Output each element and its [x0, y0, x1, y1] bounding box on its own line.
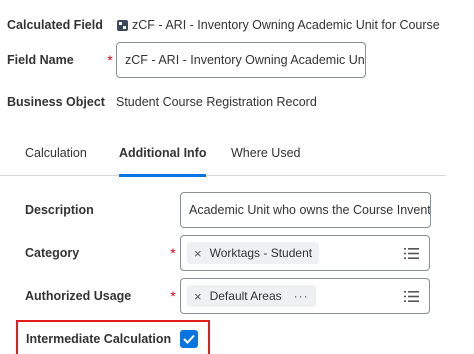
field-name-label: Field Name [7, 53, 74, 67]
tab-where-used[interactable]: Where Used [231, 130, 300, 176]
tab-additional-info[interactable]: Additional Info [119, 130, 207, 177]
authorized-usage-chip[interactable]: × Default Areas ··· [187, 285, 316, 307]
authorized-usage-multiselect[interactable]: × Default Areas ··· [180, 278, 430, 314]
required-marker: * [170, 288, 176, 304]
calculated-field-row: Calculated Field zCF - ARI - Inventory O… [7, 16, 440, 34]
calculated-field-value[interactable]: zCF - ARI - Inventory Owning Academic Un… [132, 18, 440, 32]
calculated-field-icon [117, 19, 128, 31]
description-input-value: Academic Unit who owns the Course Invent… [189, 203, 431, 217]
business-object-value: Student Course Registration Record [116, 95, 317, 109]
list-prompt-icon[interactable] [404, 290, 419, 303]
business-object-row: Business Object Student Course Registrat… [7, 93, 317, 111]
field-name-input[interactable]: zCF - ARI - Inventory Owning Academic Un… [116, 42, 366, 78]
category-row: Category * × Worktags - Student [25, 235, 430, 271]
check-icon [183, 334, 195, 344]
description-label: Description [25, 203, 94, 217]
category-chip[interactable]: × Worktags - Student [187, 242, 320, 264]
field-name-row: Field Name * zCF - ARI - Inventory Ownin… [7, 42, 366, 78]
authorized-usage-chip-label: Default Areas [209, 289, 282, 303]
calculated-field-label: Calculated Field [7, 18, 103, 32]
required-marker: * [107, 52, 113, 68]
tab-calculation[interactable]: Calculation [25, 130, 87, 176]
list-prompt-icon[interactable] [404, 247, 419, 260]
tab-bar: Calculation Additional Info Where Used [0, 130, 446, 177]
category-label: Category [25, 246, 80, 260]
description-input[interactable]: Academic Unit who owns the Course Invent… [180, 192, 431, 228]
business-object-label: Business Object [7, 95, 105, 109]
field-name-input-value: zCF - ARI - Inventory Owning Academic Un… [125, 53, 365, 67]
more-icon[interactable]: ··· [294, 289, 309, 303]
close-icon[interactable]: × [194, 246, 202, 261]
intermediate-calculation-label: Intermediate Calculation [26, 331, 172, 346]
intermediate-calculation-row: Intermediate Calculation [16, 320, 210, 354]
category-chip-label: Worktags - Student [209, 246, 313, 260]
authorized-usage-label: Authorized Usage [25, 289, 132, 303]
authorized-usage-row: Authorized Usage * × Default Areas ··· [25, 278, 430, 314]
category-multiselect[interactable]: × Worktags - Student [180, 235, 430, 271]
close-icon[interactable]: × [194, 289, 202, 304]
required-marker: * [170, 245, 176, 261]
intermediate-calculation-checkbox[interactable] [180, 329, 198, 348]
description-row: Description Academic Unit who owns the C… [25, 192, 431, 228]
